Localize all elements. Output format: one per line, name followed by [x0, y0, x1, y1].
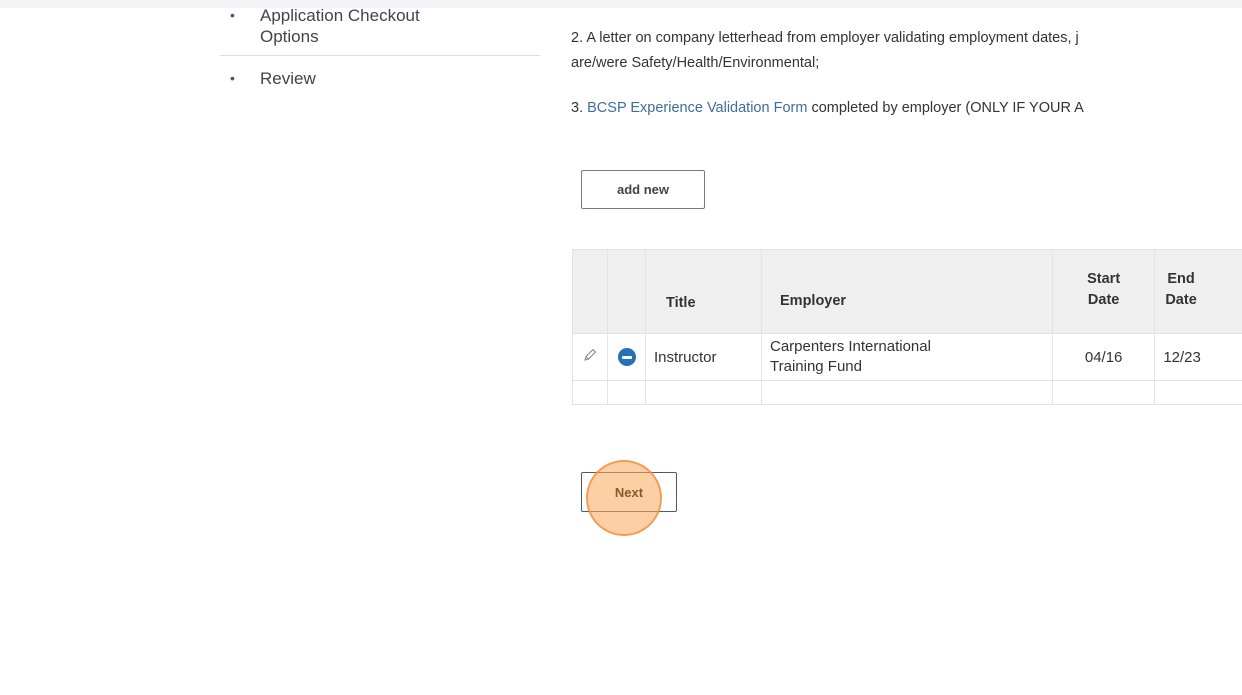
bcsp-validation-form-link[interactable]: BCSP Experience Validation Form [587, 100, 807, 116]
empty-cell [644, 380, 763, 405]
page: • Application Checkout Options • Review … [0, 8, 1242, 695]
cell-start-date: 04/16 [1051, 333, 1156, 381]
header-label: End [1167, 271, 1195, 287]
delete-cell [607, 333, 646, 381]
sidebar-item-application-checkout-options[interactable]: • Application Checkout Options [220, 8, 540, 56]
header-label: Date [1087, 292, 1120, 308]
empty-cell [571, 380, 609, 405]
sidebar-item-label: Review [260, 69, 316, 88]
sidebar-item-review[interactable]: • Review [220, 68, 540, 89]
cell-title: Instructor [644, 333, 763, 381]
employer-name: Carpenters International [770, 338, 931, 355]
column-header-end-date[interactable]: End Date [1154, 249, 1242, 334]
empty-cell [1051, 380, 1156, 405]
bullet-icon: • [230, 8, 235, 23]
cell-end-date: 12/23 [1154, 333, 1242, 381]
next-button-label: Next [614, 484, 644, 500]
sidebar-nav: • Application Checkout Options • Review [220, 8, 540, 89]
empty-cell [607, 380, 646, 405]
edit-column-header [571, 249, 609, 334]
header-label: Start [1087, 271, 1121, 287]
table-row-empty [571, 380, 1242, 405]
table-row: Instructor Carpenters International Trai… [571, 333, 1242, 381]
employer-name-continued: Training Fund [770, 358, 862, 375]
employment-table: Title Employer Start Date End Date Instr… [571, 249, 1242, 405]
column-header-start-date[interactable]: Start Date [1051, 249, 1156, 334]
instruction-item-3: 3. BCSP Experience Validation Form compl… [571, 96, 1084, 121]
remove-icon[interactable] [617, 348, 636, 367]
instruction-text-continued: are/were Safety/Health/Environmental; [571, 55, 820, 71]
empty-cell [1154, 380, 1242, 405]
bullet-icon: • [230, 70, 235, 86]
sidebar-item-label-continued: Options [260, 27, 319, 46]
column-header-employer[interactable]: Employer [761, 249, 1053, 334]
table-header-row: Title Employer Start Date End Date [571, 249, 1242, 334]
empty-cell [761, 380, 1053, 405]
add-new-button[interactable]: add new [581, 170, 705, 209]
instruction-number: 3. [571, 100, 588, 116]
edit-cell [571, 333, 609, 381]
sidebar-item-label: Application Checkout [260, 8, 420, 25]
instruction-item-2: 2. A letter on company letterhead from e… [571, 26, 1079, 76]
instruction-text: 2. A letter on company letterhead from e… [571, 30, 1079, 46]
cell-employer: Carpenters International Training Fund [761, 333, 1053, 381]
next-button[interactable]: Next [581, 472, 677, 512]
column-header-title[interactable]: Title [644, 249, 763, 334]
header-label: Date [1165, 292, 1197, 308]
instruction-text: completed by employer (ONLY IF YOUR A [807, 100, 1084, 116]
pencil-icon[interactable] [582, 347, 598, 367]
delete-column-header [607, 249, 646, 334]
